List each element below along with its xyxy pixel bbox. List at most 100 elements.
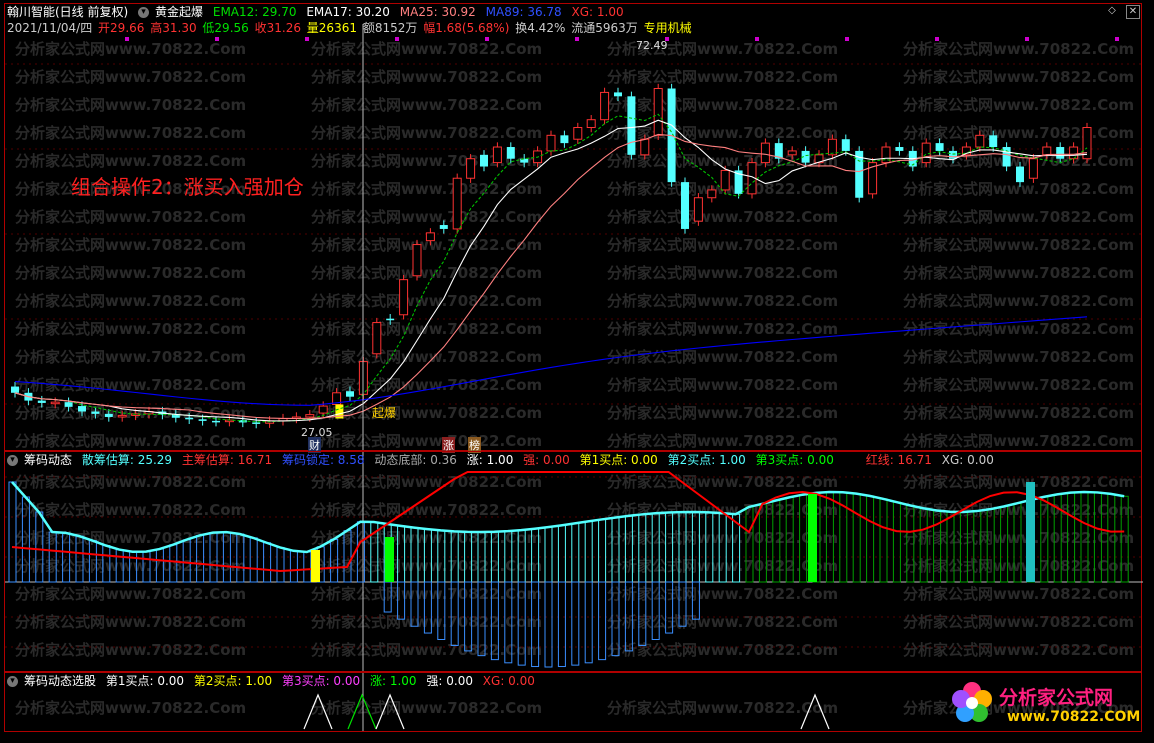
watermark-text: 分析家公式网www.70822.Com bbox=[903, 124, 1134, 142]
candle-down bbox=[37, 400, 46, 403]
watermark-text: 分析家公式网www.70822.Com bbox=[607, 292, 838, 310]
chip-select-panel[interactable]: 分析家公式网www.70822.Com 分析家公式网www.70822.Com 分析… bbox=[4, 672, 1142, 732]
candle-down bbox=[78, 406, 86, 412]
chip-bar-down bbox=[544, 581, 553, 668]
candle-down bbox=[1016, 166, 1024, 183]
watermark-text: 分析家公式网www.70822.Com bbox=[15, 264, 246, 282]
watermark-text: 分析家公式网www.70822.Com bbox=[903, 557, 1134, 575]
watermark-text: 分析家公式网www.70822.Com bbox=[607, 473, 838, 491]
chip-bar-up bbox=[276, 546, 285, 583]
candle-down bbox=[841, 139, 850, 151]
select-title[interactable]: 筹码动态选股 bbox=[24, 674, 96, 688]
kline-panel[interactable]: 分析家公式网www.70822.Com 分析家公式网www.70822.Com 分析… bbox=[4, 3, 1143, 453]
candle-down bbox=[386, 318, 395, 321]
candle-down bbox=[346, 391, 354, 397]
watermark-text: 分析家公式网www.70822.Com bbox=[607, 699, 838, 717]
chip-dynamic-chart[interactable]: 分析家公式网www.70822.Com 分析家公式网www.70822.Com 分析… bbox=[5, 452, 1143, 671]
signal-marker bbox=[845, 37, 849, 41]
indicator-menu-icon[interactable]: ▾ bbox=[7, 455, 18, 466]
watermark-text: 分析家公式网www.70822.Com bbox=[311, 68, 542, 86]
candle-down bbox=[252, 422, 261, 424]
watermark-text: 分析家公式网www.70822.Com bbox=[903, 40, 1134, 58]
watermark-text: 分析家公式网www.70822.Com bbox=[903, 180, 1134, 198]
signal-marker bbox=[215, 37, 219, 41]
watermark-text: 分析家公式网www.70822.Com bbox=[311, 557, 542, 575]
formula-name[interactable]: 黄金起爆 bbox=[155, 5, 203, 19]
chip-bar-up bbox=[584, 520, 593, 583]
buy1-bar bbox=[311, 550, 320, 582]
watermark-text: 分析家公式网www.70822.Com bbox=[15, 613, 246, 631]
candle-down bbox=[560, 135, 569, 144]
watermark-text: 分析家公式网www.70822.Com bbox=[15, 376, 246, 394]
candle-down bbox=[949, 150, 957, 159]
xg-value: XG: 1.00 bbox=[571, 5, 624, 19]
instrument-name[interactable]: 翰川智能(日线 前复权) bbox=[7, 5, 128, 19]
candle-up bbox=[546, 134, 556, 152]
signal-marker bbox=[755, 37, 759, 41]
chip-bar-up bbox=[598, 518, 607, 583]
hongxian-value: 红线: 16.71 bbox=[865, 453, 932, 467]
watermark-text: 分析家公式网www.70822.Com bbox=[311, 40, 542, 58]
candle-up bbox=[399, 279, 409, 316]
quote-date: 2021/11/04/四 bbox=[7, 21, 93, 35]
candle-up bbox=[50, 401, 60, 405]
indicator-menu-icon[interactable]: ▾ bbox=[7, 676, 18, 687]
candle-up bbox=[640, 138, 650, 156]
ema17-value: EMA17: 30.20 bbox=[306, 5, 390, 19]
candle-down bbox=[439, 225, 448, 229]
watermark-text: 分析家公式网www.70822.Com bbox=[15, 96, 246, 114]
chip-bar-down bbox=[571, 581, 580, 666]
quote-turnover: 换4.42% bbox=[515, 21, 566, 35]
candle-up bbox=[787, 150, 797, 156]
signal-marker bbox=[935, 37, 939, 41]
watermark-text: 分析家公式网www.70822.Com bbox=[15, 699, 246, 717]
signal-marker bbox=[1025, 37, 1029, 41]
candle-down bbox=[64, 402, 73, 407]
candle-down bbox=[185, 417, 194, 420]
quote-high: 高31.30 bbox=[150, 21, 197, 35]
chip-bar-down bbox=[598, 581, 607, 661]
ma89-value: MA89: 36.78 bbox=[485, 5, 562, 19]
candle-up bbox=[720, 169, 730, 191]
candle-down bbox=[935, 143, 944, 151]
chip-title[interactable]: 筹码动态 bbox=[24, 453, 72, 467]
zhucou-value: 主筹估算: 16.71 bbox=[181, 453, 273, 467]
kline-header: 翰川智能(日线 前复权) ▾ 黄金起爆 EMA12: 29.70 EMA17: 3… bbox=[7, 4, 630, 20]
quote-industry: 专用机械 bbox=[643, 21, 692, 35]
signal-marker bbox=[1115, 37, 1119, 41]
chip-bar-up bbox=[866, 495, 875, 583]
xg2-value: XG: 0.00 bbox=[941, 453, 994, 467]
buy2-bar bbox=[385, 537, 394, 582]
chart-window: ◇ ✕ 分析家公式网www.70822.Com 分析家公式网www.70822.C… bbox=[0, 0, 1154, 743]
candle-up bbox=[425, 232, 435, 242]
quote-amount: 额8152万 bbox=[362, 21, 418, 35]
watermark-text: 分析家公式网www.70822.Com bbox=[903, 96, 1134, 114]
watermark-text: 分析家公式网www.70822.Com bbox=[607, 613, 838, 631]
chip-dynamic-panel[interactable]: 分析家公式网www.70822.Com 分析家公式网www.70822.Com 分析… bbox=[4, 451, 1143, 672]
zhang-value: 涨: 1.00 bbox=[466, 453, 514, 467]
candle-down bbox=[11, 386, 19, 393]
watermark-text: 分析家公式网www.70822.Com bbox=[903, 236, 1134, 254]
watermark-text: 分析家公式网www.70822.Com bbox=[15, 348, 246, 366]
candle-down bbox=[506, 147, 515, 159]
watermark-text: 分析家公式网www.70822.Com bbox=[311, 376, 542, 394]
candle-down bbox=[212, 420, 220, 423]
quote-close: 收31.26 bbox=[254, 21, 301, 35]
dibu-value: 动态底部: 0.36 bbox=[374, 453, 457, 467]
sel-buy1-value: 第1买点: 0.00 bbox=[105, 674, 185, 688]
kline-chart[interactable]: 分析家公式网www.70822.Com 分析家公式网www.70822.Com 分析… bbox=[5, 4, 1143, 450]
watermark-text: 分析家公式网www.70822.Com bbox=[311, 180, 542, 198]
formula-menu-icon[interactable]: ▾ bbox=[138, 7, 150, 18]
candle-up bbox=[412, 244, 422, 277]
chip-bar-up bbox=[544, 526, 553, 583]
candle-down bbox=[989, 135, 998, 148]
watermark-text: 分析家公式网www.70822.Com bbox=[607, 376, 838, 394]
watermark-text: 分析家公式网www.70822.Com bbox=[607, 557, 838, 575]
candle-up bbox=[318, 405, 328, 414]
candle-down bbox=[198, 419, 207, 421]
candle-up bbox=[492, 146, 502, 164]
watermark-text: 分析家公式网www.70822.Com bbox=[903, 432, 1134, 450]
logo-url: www.70822.COM bbox=[1007, 709, 1141, 725]
candle-down bbox=[627, 96, 636, 155]
chip-bar-down bbox=[557, 581, 566, 668]
